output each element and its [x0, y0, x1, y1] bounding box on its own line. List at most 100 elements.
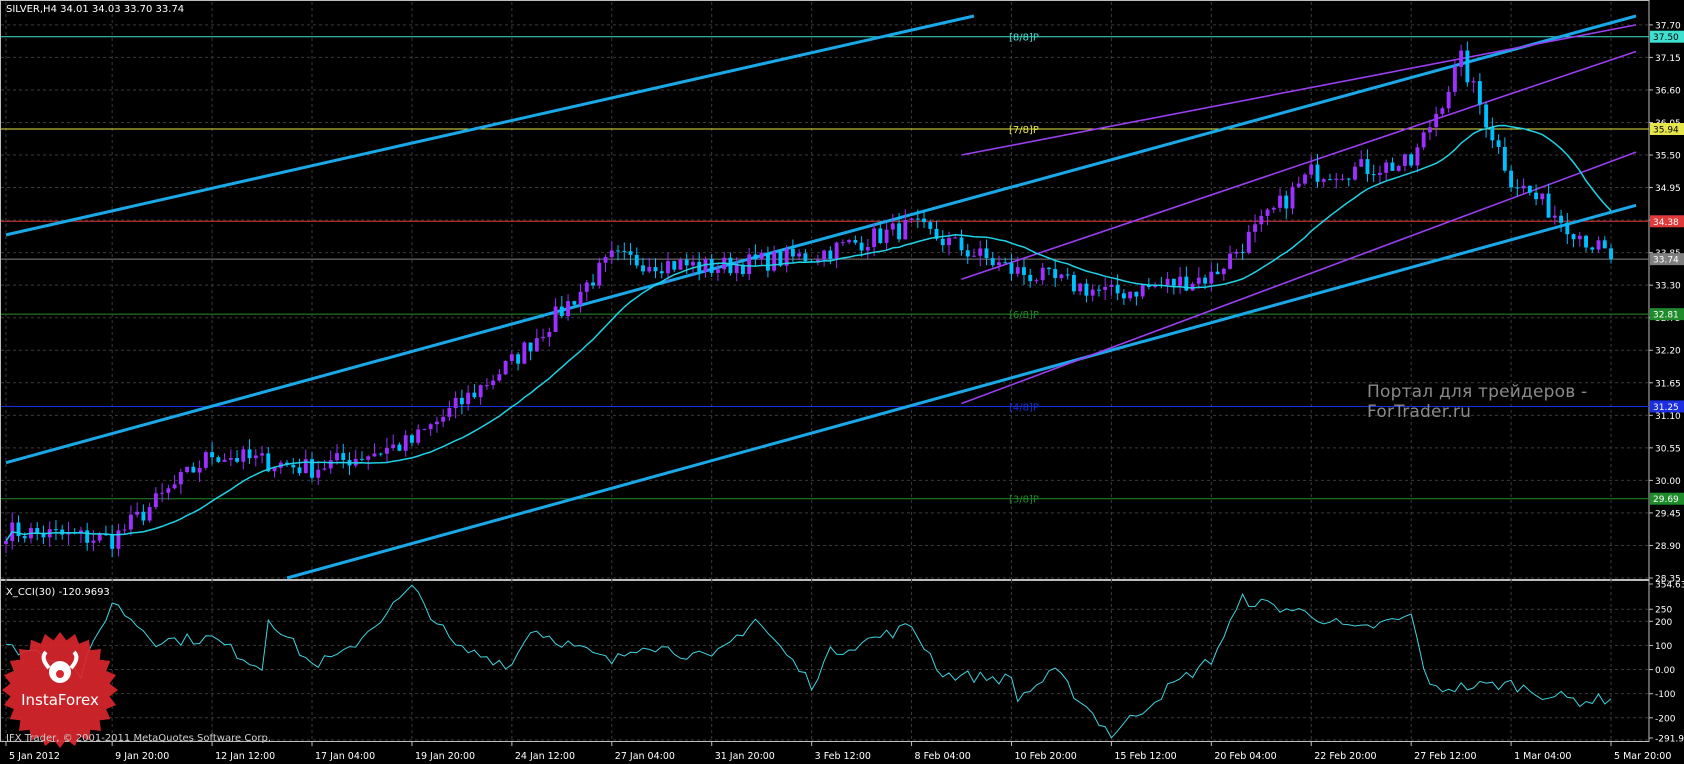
price-tick-label: 30.00: [1655, 477, 1681, 487]
candle-body: [372, 453, 377, 457]
candle-body: [616, 250, 620, 252]
candle-body: [1184, 276, 1189, 291]
candle-body: [1521, 185, 1526, 189]
candle-body: [984, 248, 989, 259]
candle-body: [603, 257, 608, 263]
candle-body: [91, 540, 96, 543]
candle-body: [1246, 231, 1251, 253]
candle-body: [803, 253, 808, 262]
candle-body: [1028, 274, 1033, 282]
candle-body: [859, 242, 864, 251]
copyright-text: IFX Trader, © 2001-2011 MetaQuotes Softw…: [6, 733, 272, 744]
candle-body: [1546, 193, 1551, 218]
candle-body: [253, 455, 258, 459]
candle-body: [1003, 262, 1008, 264]
time-tick-label: 1 Mar 04:00: [1514, 751, 1571, 762]
candle-body: [947, 237, 951, 246]
candle-body: [1171, 278, 1176, 286]
candle-body: [453, 397, 458, 409]
cci-line: [5, 584, 1612, 739]
candle-body: [1040, 267, 1045, 281]
candle-body: [135, 511, 140, 515]
candle-body: [772, 251, 777, 271]
candle-body: [397, 444, 402, 451]
candle-body: [472, 392, 477, 398]
time-tick-label: 10 Feb 20:00: [1014, 751, 1076, 762]
candle-body: [1290, 186, 1295, 209]
candle-body: [584, 282, 589, 292]
level-tag: [4/8]P: [1009, 402, 1039, 413]
candle-body: [228, 458, 233, 460]
cci-tick-label: 200: [1655, 618, 1672, 628]
candle-body: [466, 392, 471, 405]
candle-body: [1596, 240, 1601, 250]
candle-body: [235, 458, 240, 462]
candle-body: [22, 536, 27, 539]
candle-body: [822, 250, 827, 260]
candle-body: [847, 240, 852, 243]
candle-body: [597, 262, 602, 286]
candle-body: [1396, 165, 1401, 171]
candle-body: [1034, 280, 1039, 282]
candle-body: [428, 424, 433, 430]
candle-body: [765, 252, 770, 271]
candle-body: [691, 261, 695, 266]
candle-body: [322, 468, 327, 470]
candle-body: [734, 264, 739, 274]
cci-tick-label: 354.631: [1655, 581, 1684, 591]
candle-body: [909, 218, 914, 220]
candle-body: [634, 254, 639, 266]
candle-body: [1527, 185, 1532, 193]
candle-body: [516, 354, 521, 364]
candle-body: [534, 338, 539, 352]
candle-body: [1515, 187, 1520, 189]
candle-body: [965, 250, 970, 257]
candle-body: [1140, 285, 1145, 297]
time-tick-label: 24 Jan 12:00: [515, 751, 575, 762]
cci-tick-label: 0.00: [1655, 666, 1675, 676]
channel-lines: [5, 14, 1637, 580]
time-tick-label: 12 Jan 12:00: [215, 751, 275, 762]
candle-body: [834, 242, 839, 260]
candle-body: [1502, 146, 1507, 171]
candle-body: [797, 253, 802, 257]
candle-body: [1359, 159, 1364, 167]
candle-body: [1334, 178, 1339, 180]
candle-body: [953, 237, 958, 239]
candle-body: [1440, 108, 1445, 114]
candle-body: [35, 528, 40, 533]
candle-body: [1121, 293, 1126, 299]
price-tick-label: 33.30: [1655, 282, 1681, 292]
candle-body: [1209, 271, 1214, 284]
candle-body: [416, 429, 421, 443]
candle-body: [641, 265, 645, 272]
candle-body: [497, 374, 502, 381]
candle-body: [1309, 164, 1314, 175]
candle-body: [753, 254, 758, 260]
cci-axis: 354.631 250 200 100 0.00 -100 -200 -291.967: [1649, 581, 1684, 745]
cci-tick-label: 100: [1655, 642, 1672, 652]
candle-body: [790, 248, 795, 257]
time-tick-label: 5 Jan 2012: [9, 751, 60, 762]
candle-body: [1315, 164, 1320, 182]
candle-body: [1577, 235, 1582, 240]
candle-body: [1353, 166, 1357, 180]
time-tick-label: 27 Jan 04:00: [615, 751, 675, 762]
watermark-text: Портал для трейдеров - ForTrader.ru: [1367, 382, 1588, 422]
candle-body: [410, 435, 414, 443]
candle-body: [1459, 50, 1464, 67]
indicator-header: X_CCI(30) -120.9693: [6, 587, 110, 598]
candle-body: [1384, 162, 1389, 173]
time-tick-label: 17 Jan 04:00: [315, 751, 375, 762]
candle-body: [216, 457, 221, 462]
candle-body: [1552, 215, 1557, 218]
main-pane-frame: [0, 0, 1650, 581]
candle-body: [1571, 234, 1576, 240]
candle-body: [522, 342, 527, 364]
price-tick-label: 32.20: [1655, 347, 1681, 357]
candle-body: [1609, 248, 1613, 260]
candle-body: [97, 534, 102, 541]
candle-body: [591, 282, 595, 286]
candle-body: [147, 507, 152, 521]
candle-body: [1215, 271, 1220, 275]
